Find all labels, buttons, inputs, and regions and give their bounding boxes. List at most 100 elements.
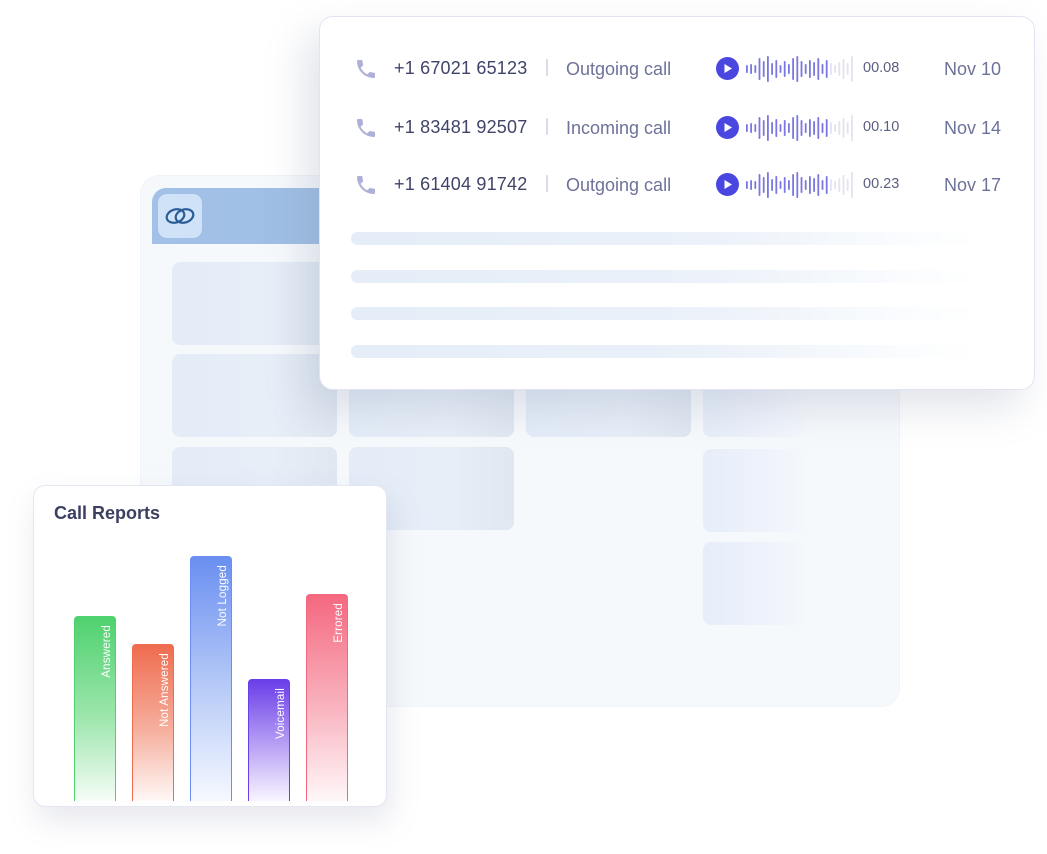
waveform-bar: [788, 64, 790, 74]
waveform-bar: [838, 121, 841, 135]
waveform-bar: [813, 121, 815, 135]
audio-waveform-icon[interactable]: [744, 114, 856, 142]
waveform-bar: [817, 117, 820, 139]
waveform-bar: [796, 56, 799, 82]
call-log-row[interactable]: +1 61404 91742 Outgoing call 00.23 Nov 1…: [320, 165, 1034, 205]
bar-answered[interactable]: Answered: [74, 616, 116, 801]
bar-not-logged[interactable]: Not Logged: [190, 556, 232, 801]
waveform-bar: [771, 179, 773, 191]
waveform-bar: [762, 177, 765, 193]
waveform-bar: [758, 58, 761, 80]
waveform-bar: [834, 124, 836, 132]
play-button[interactable]: [716, 173, 739, 196]
waveform-bar: [851, 172, 853, 198]
phone-icon: [357, 176, 375, 194]
waveform-bar: [817, 58, 820, 80]
waveform-bar: [746, 65, 748, 73]
phone-number: +1 83481 92507: [394, 117, 528, 137]
waveform-bar: [783, 177, 786, 193]
app-logo[interactable]: [158, 194, 202, 238]
card-title: Call Reports: [54, 503, 161, 523]
bar-voicemail[interactable]: Voicemail: [248, 678, 290, 801]
waveform-bar: [792, 174, 794, 196]
waveform-bar: [842, 175, 845, 195]
bar-label: Errored: [333, 602, 345, 643]
divider: [546, 59, 548, 76]
bar-label: Not Logged: [217, 565, 229, 627]
play-icon: [724, 180, 732, 189]
waveform-bar: [804, 64, 807, 74]
play-button[interactable]: [716, 57, 739, 80]
waveform-bar: [775, 176, 778, 194]
waveform-bar: [754, 65, 757, 73]
call-duration: 00.23: [863, 176, 900, 192]
waveform-bar: [813, 62, 815, 76]
bar-label: Answered: [101, 625, 113, 678]
call-type: Outgoing call: [566, 59, 672, 79]
audio-waveform-icon[interactable]: [744, 171, 856, 199]
waveform-bar: [746, 124, 748, 132]
waveform-bar: [775, 119, 778, 137]
call-type: Outgoing call: [566, 175, 672, 195]
waveform-bar: [821, 123, 824, 133]
waveform-bar: [825, 119, 828, 137]
waveform-bar: [800, 61, 803, 77]
audio-waveform-icon[interactable]: [744, 55, 856, 83]
waveform-bar: [767, 115, 769, 141]
waveform-bar: [758, 117, 761, 139]
phone-number: +1 67021 65123: [394, 58, 528, 78]
skeleton-line: [351, 345, 979, 358]
waveform-bar: [783, 61, 786, 77]
waveform-bar: [830, 122, 832, 134]
call-duration: 00.10: [863, 119, 900, 135]
call-log-card: +1 67021 65123 Outgoing call 00.08 Nov 1…: [319, 16, 1035, 390]
waveform-bar: [762, 120, 765, 136]
skeleton-line: [351, 307, 979, 320]
waveform-bar: [804, 180, 807, 190]
phone-icon: [357, 60, 375, 78]
waveform-bar: [796, 115, 799, 141]
bar-label: Voicemail: [275, 687, 287, 739]
phone-icon: [357, 119, 375, 137]
waveform-bar: [767, 172, 769, 198]
waveform-bar: [834, 65, 836, 73]
waveform-bar: [809, 60, 811, 78]
waveform-bar: [821, 180, 824, 190]
bar-not-answered[interactable]: Not Answered: [132, 643, 174, 801]
waveform-bar: [838, 62, 841, 76]
waveform-bar: [825, 176, 828, 194]
waveform-bar: [792, 117, 794, 139]
call-date: Nov 14: [944, 118, 1002, 138]
bar-label: Not Answered: [159, 652, 171, 727]
waveform-bar: [788, 123, 790, 133]
waveform-bar: [830, 179, 832, 191]
call-log-row[interactable]: +1 83481 92507 Incoming call 00.10 Nov 1…: [320, 108, 1034, 148]
call-type: Incoming call: [566, 118, 672, 138]
waveform-bar: [834, 181, 836, 189]
waveform-bar: [779, 124, 782, 132]
waveform-bar: [750, 123, 752, 133]
waveform-bar: [842, 118, 845, 138]
waveform-bar: [775, 60, 778, 78]
waveform-bar: [846, 63, 849, 75]
skeleton-tile: [172, 354, 337, 437]
bar-errored[interactable]: Errored: [306, 593, 348, 801]
waveform-bar: [813, 178, 815, 192]
divider: [546, 118, 548, 135]
waveform-bar: [817, 174, 820, 196]
call-date: Nov 17: [944, 175, 1002, 195]
waveform-bar: [800, 120, 803, 136]
waveform-bar: [842, 59, 845, 79]
waveform-bar: [846, 179, 849, 191]
play-button[interactable]: [716, 116, 739, 139]
waveform-bar: [792, 58, 794, 80]
waveform-bar: [762, 61, 765, 77]
waveform-bar: [796, 172, 799, 198]
waveform-bar: [771, 122, 773, 134]
waveform-bar: [750, 64, 752, 74]
skeleton-line: [351, 270, 979, 283]
waveform-bar: [851, 115, 853, 141]
waveform-bar: [809, 176, 811, 194]
call-log-row[interactable]: +1 67021 65123 Outgoing call 00.08 Nov 1…: [320, 49, 1034, 89]
skeleton-line: [351, 232, 979, 245]
